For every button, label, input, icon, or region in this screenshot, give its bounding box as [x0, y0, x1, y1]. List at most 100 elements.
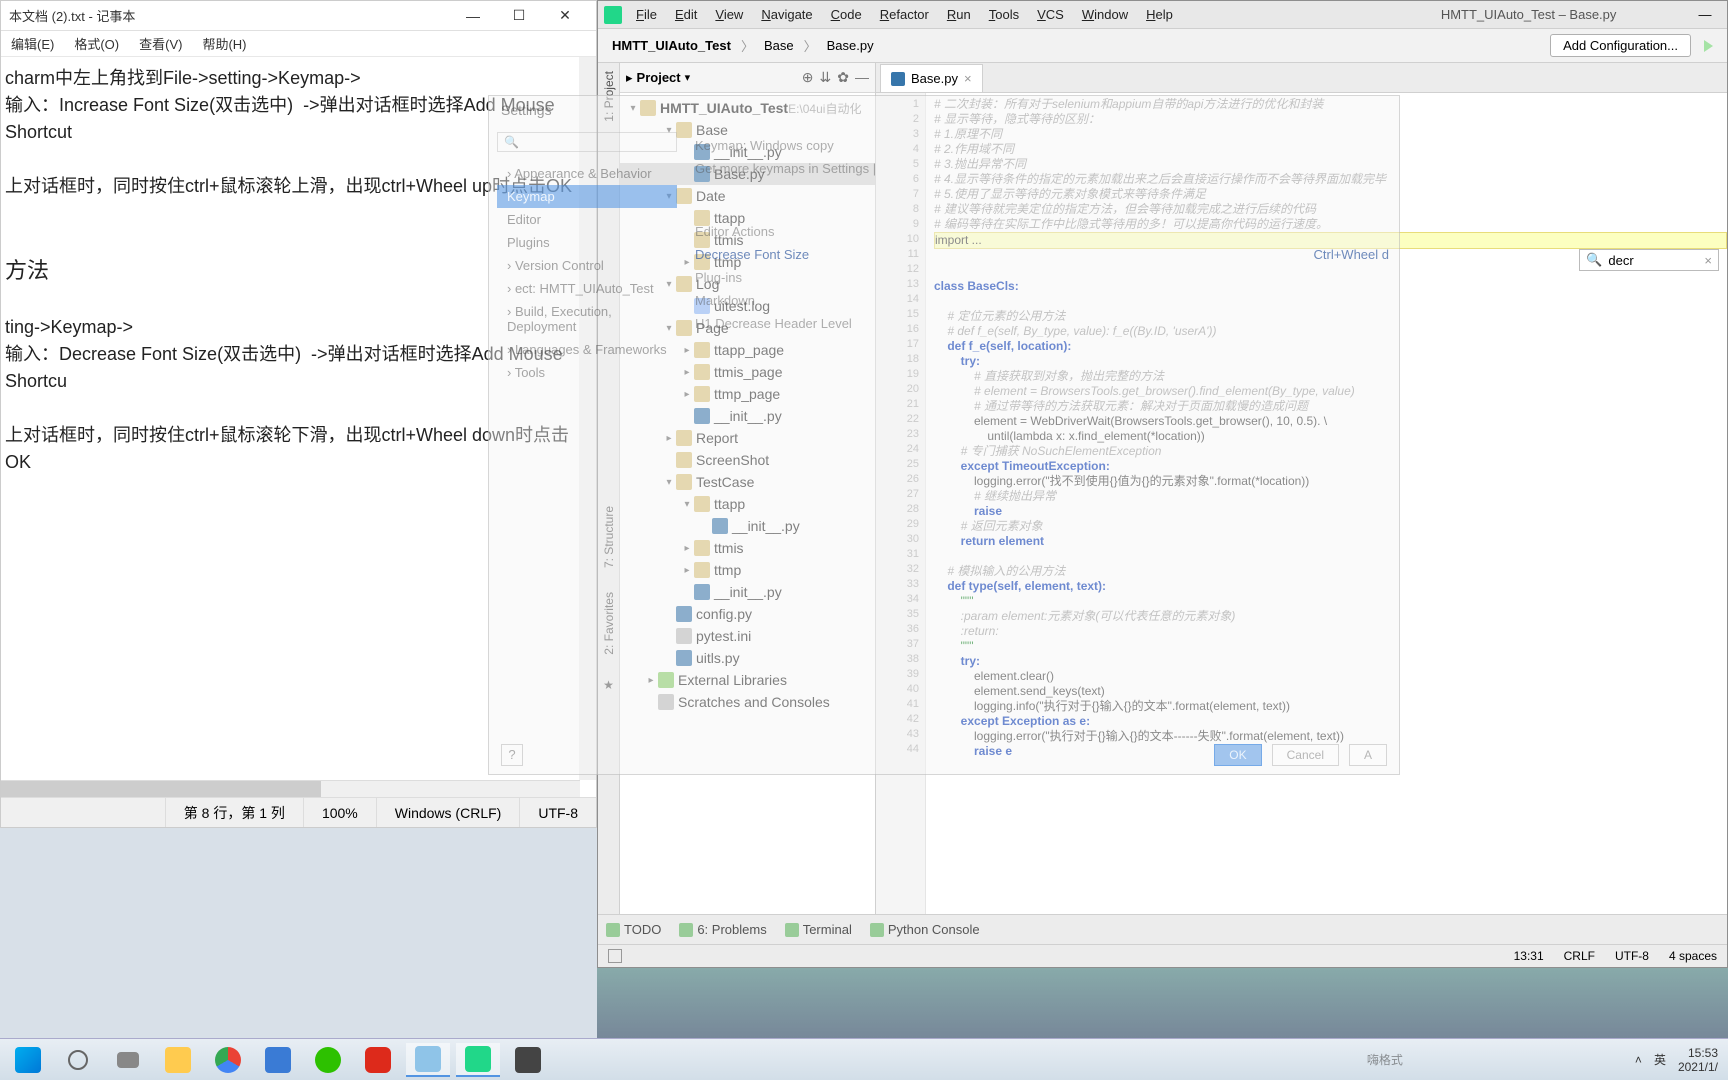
collapse-icon[interactable]: ⇊ [820, 69, 832, 86]
breadcrumb-folder[interactable]: Base [758, 36, 800, 55]
tree-item-base-py[interactable]: Base.py [620, 163, 875, 185]
tree-item-ttmis[interactable]: ▸ttmis [620, 537, 875, 559]
tool-window-6--problems[interactable]: 6: Problems [679, 922, 766, 937]
code-editor[interactable]: # 二次封装：所有对于selenium和appium自带的api方法进行的优化和… [926, 93, 1727, 914]
file-explorer-button[interactable] [156, 1043, 200, 1077]
tree-item---init---py[interactable]: __init__.py [620, 581, 875, 603]
tool-project[interactable]: 1: Project [602, 71, 616, 122]
locate-icon[interactable]: ⊕ [802, 69, 814, 86]
tree-item-external-libraries[interactable]: ▸External Libraries [620, 669, 875, 691]
line-separator[interactable]: CRLF [1564, 949, 1595, 963]
maximize-button[interactable]: ☐ [496, 1, 542, 31]
tree-item-ttapp[interactable]: ttapp [620, 207, 875, 229]
breadcrumb-file[interactable]: Base.py [821, 36, 880, 55]
close-tab-icon[interactable]: × [964, 71, 972, 86]
close-button[interactable]: ✕ [542, 1, 588, 31]
tree-item-ttapp-page[interactable]: ▸ttapp_page [620, 339, 875, 361]
minimize-button[interactable]: — [1683, 1, 1727, 29]
tray-chevron-icon[interactable]: ˄ [1635, 1053, 1642, 1067]
tree-item-testcase[interactable]: ▾TestCase [620, 471, 875, 493]
recorder-taskbar-button[interactable] [506, 1043, 550, 1077]
tree-item-ttmp-page[interactable]: ▸ttmp_page [620, 383, 875, 405]
tool-window-todo[interactable]: TODO [606, 922, 661, 937]
menu-format[interactable]: 格式(O) [64, 34, 129, 53]
tab-base-py[interactable]: Base.py × [880, 64, 983, 92]
notepad-scrollbar-horizontal[interactable] [1, 780, 580, 797]
notepad-text-area[interactable]: charm中左上角找到File->setting->Keymap->输入：Inc… [1, 57, 596, 797]
tree-item---init---py[interactable]: __init__.py [620, 405, 875, 427]
tree-item-config-py[interactable]: config.py [620, 603, 875, 625]
menu-help[interactable]: Help [1138, 5, 1181, 24]
pycharm-icon [604, 6, 622, 24]
wps-button[interactable] [256, 1043, 300, 1077]
menu-run[interactable]: Run [939, 5, 979, 24]
notepad-titlebar[interactable]: 本文档 (2).txt - 记事本 — ☐ ✕ [1, 1, 596, 31]
tree-item-scratches-and-consoles[interactable]: Scratches and Consoles [620, 691, 875, 713]
desktop-background[interactable] [597, 968, 1728, 1038]
cortana-button[interactable] [56, 1043, 100, 1077]
indent-setting[interactable]: 4 spaces [1669, 949, 1717, 963]
tool-window-python-console[interactable]: Python Console [870, 922, 980, 937]
tree-item-ttmp[interactable]: ▸ttmp [620, 559, 875, 581]
minimize-button[interactable]: — [450, 1, 496, 31]
tree-root[interactable]: ▾HMTT_UIAuto_Test E:\04ui自动化 [620, 97, 875, 119]
clock-date[interactable]: 2021/1/ [1678, 1060, 1718, 1074]
file-encoding[interactable]: UTF-8 [1615, 949, 1649, 963]
menu-view[interactable]: View [707, 5, 751, 24]
menu-window[interactable]: Window [1074, 5, 1136, 24]
line-gutter[interactable]: 1234567891011121314151617181920212223242… [876, 93, 926, 914]
tree-item-uitls-py[interactable]: uitls.py [620, 647, 875, 669]
tree-item-screenshot[interactable]: ScreenShot [620, 449, 875, 471]
find-bar: 🔍 × [1579, 249, 1719, 271]
close-search-icon[interactable]: × [1704, 253, 1712, 268]
pycharm-taskbar-button[interactable] [456, 1043, 500, 1077]
netease-button[interactable] [356, 1043, 400, 1077]
breadcrumb-project[interactable]: HMTT_UIAuto_Test [606, 36, 737, 55]
tree-item-log[interactable]: ▾Log [620, 273, 875, 295]
hide-icon[interactable]: — [855, 69, 869, 86]
tree-item-report[interactable]: ▸Report [620, 427, 875, 449]
notepad-taskbar-button[interactable] [406, 1043, 450, 1077]
menu-file[interactable]: File [628, 5, 665, 24]
tree-item-base[interactable]: ▾Base [620, 119, 875, 141]
tree-item-date[interactable]: ▾Date [620, 185, 875, 207]
task-view-button[interactable] [106, 1043, 150, 1077]
menu-edit[interactable]: 编辑(E) [1, 34, 64, 53]
project-panel-title[interactable]: Project [637, 70, 681, 85]
tree-item-ttmis-page[interactable]: ▸ttmis_page [620, 361, 875, 383]
tree-item-uitest-log[interactable]: uitest.log [620, 295, 875, 317]
menu-view[interactable]: 查看(V) [129, 34, 192, 53]
menu-code[interactable]: Code [823, 5, 870, 24]
menu-vcs[interactable]: VCS [1029, 5, 1072, 24]
tool-window-terminal[interactable]: Terminal [785, 922, 852, 937]
menu-refactor[interactable]: Refactor [872, 5, 937, 24]
chrome-button[interactable] [206, 1043, 250, 1077]
tree-item---init---py[interactable]: __init__.py [620, 141, 875, 163]
status-indicator-icon[interactable] [608, 949, 622, 963]
pycharm-titlebar[interactable]: FileEditViewNavigateCodeRefactorRunTools… [598, 1, 1727, 29]
project-tree[interactable]: ▾HMTT_UIAuto_Test E:\04ui自动化▾Base__init_… [620, 93, 875, 914]
notepad-scrollbar-vertical[interactable] [579, 57, 596, 780]
tool-favorites[interactable]: 2: Favorites [602, 592, 616, 655]
search-input[interactable] [1608, 253, 1698, 268]
tree-item-page[interactable]: ▾Page [620, 317, 875, 339]
tree-item-ttapp[interactable]: ▾ttapp [620, 493, 875, 515]
start-button[interactable] [6, 1043, 50, 1077]
caret-position[interactable]: 13:31 [1514, 949, 1544, 963]
add-configuration-button[interactable]: Add Configuration... [1550, 34, 1691, 57]
clock-time[interactable]: 15:53 [1678, 1046, 1718, 1060]
settings-icon[interactable]: ✿ [837, 69, 849, 86]
wechat-button[interactable] [306, 1043, 350, 1077]
menu-edit[interactable]: Edit [667, 5, 705, 24]
tree-item---init---py[interactable]: __init__.py [620, 515, 875, 537]
menu-tools[interactable]: Tools [981, 5, 1027, 24]
menu-help[interactable]: 帮助(H) [192, 34, 256, 53]
menu-navigate[interactable]: Navigate [753, 5, 820, 24]
tree-item-pytest-ini[interactable]: pytest.ini [620, 625, 875, 647]
ime-indicator[interactable]: 英 [1654, 1051, 1666, 1068]
tree-item-ttmis[interactable]: ttmis [620, 229, 875, 251]
tree-item-ttmp[interactable]: ▸ttmp [620, 251, 875, 273]
pycharm-title-text: HMTT_UIAuto_Test – Base.py [1181, 7, 1683, 22]
run-button[interactable] [1697, 35, 1719, 57]
tool-structure[interactable]: 7: Structure [602, 506, 616, 568]
